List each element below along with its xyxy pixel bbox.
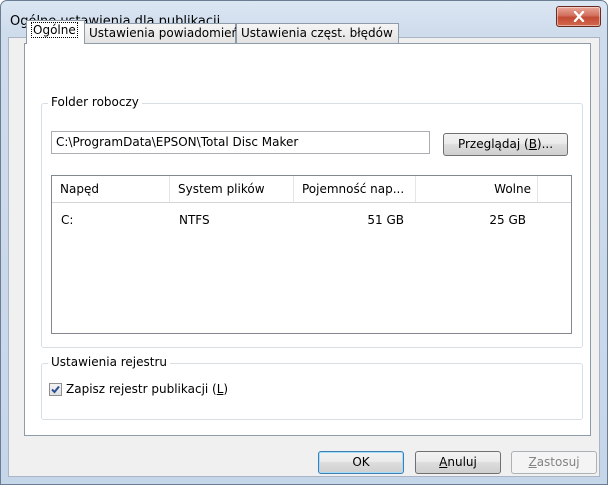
tab-general[interactable]: Ogólne xyxy=(26,20,85,44)
column-header-drive[interactable]: Napęd xyxy=(52,176,170,202)
cancel-label-post: nuluj xyxy=(447,455,477,469)
checkmark-icon xyxy=(51,385,60,394)
browse-label-post: )... xyxy=(536,137,554,151)
work-folder-legend: Folder roboczy xyxy=(48,95,142,109)
save-log-label[interactable]: Zapisz rejestr publikacji (L) xyxy=(66,382,228,396)
drive-cell: C: xyxy=(61,213,74,227)
browse-label-pre: Przeglądaj ( xyxy=(457,137,529,151)
capacity-cell: 51 GB xyxy=(367,213,404,227)
save-log-label-pre: Zapisz rejestr publikacji ( xyxy=(66,382,217,396)
close-icon xyxy=(573,11,584,22)
column-header-free[interactable]: Wolne xyxy=(416,176,538,202)
column-header-filesystem[interactable]: System plików xyxy=(170,176,294,202)
log-settings-legend: Ustawienia rejestru xyxy=(48,355,170,369)
tab-error-rate[interactable]: Ustawienia częst. błędów xyxy=(236,23,399,43)
drive-list-header: Napęd System plików Pojemność nap... Wol… xyxy=(52,176,571,203)
close-button[interactable] xyxy=(556,6,601,27)
apply-label-post: astosuj xyxy=(536,455,580,469)
save-log-checkbox[interactable] xyxy=(49,383,62,396)
free-cell: 25 GB xyxy=(489,213,526,227)
browse-button[interactable]: Przeglądaj (B)... xyxy=(443,133,568,156)
ok-button[interactable]: OK xyxy=(318,451,404,474)
apply-mnemonic: Z xyxy=(528,455,537,469)
browse-mnemonic: B xyxy=(528,137,537,151)
cancel-button[interactable]: Anuluj xyxy=(415,451,501,474)
filesystem-cell: NTFS xyxy=(179,213,210,227)
save-log-label-post: ) xyxy=(223,382,229,396)
tab-general-label: Ogólne xyxy=(31,22,78,38)
work-folder-path-field[interactable]: C:\ProgramData\EPSON\Total Disc Maker xyxy=(51,131,430,154)
column-header-capacity[interactable]: Pojemność nap... xyxy=(294,176,416,202)
tab-notifications-label: Ustawienia powiadomień xyxy=(89,26,240,40)
drive-list[interactable]: Napęd System plików Pojemność nap... Wol… xyxy=(51,175,572,334)
tab-notifications[interactable]: Ustawienia powiadomień xyxy=(84,23,240,43)
apply-button[interactable]: Zastosuj xyxy=(511,451,597,474)
tab-error-rate-label: Ustawienia częst. błędów xyxy=(241,26,393,40)
